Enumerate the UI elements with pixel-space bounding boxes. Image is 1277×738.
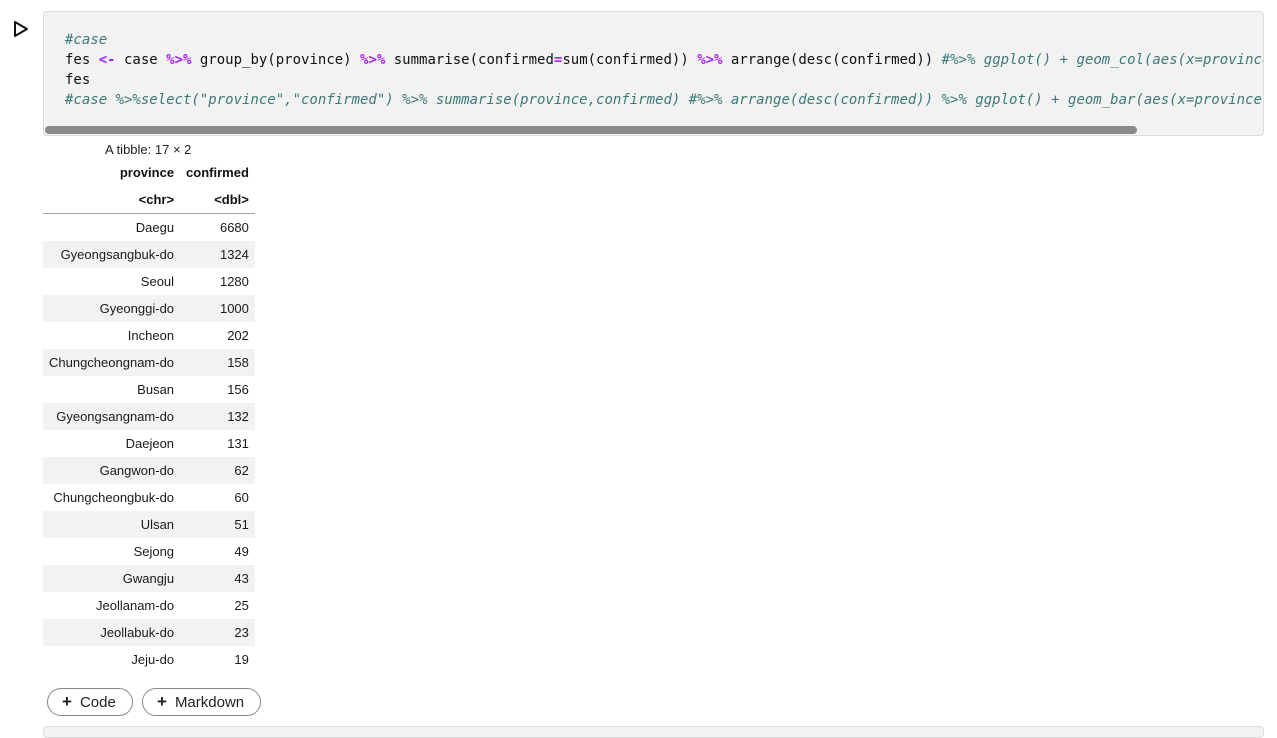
column-header-confirmed: confirmed xyxy=(186,165,249,180)
cell-confirmed: 1000 xyxy=(219,301,249,316)
code-line: fes <- case %>% group_by(province) %>% s… xyxy=(65,50,1264,70)
cell-confirmed: 156 xyxy=(227,382,249,397)
play-icon xyxy=(14,21,28,37)
add-markdown-label: Markdown xyxy=(174,693,245,711)
horizontal-scrollbar[interactable] xyxy=(45,126,1137,134)
code-token: %>% xyxy=(697,52,723,68)
cell-province: Chungcheongnam-do xyxy=(49,355,175,370)
cell-province: Jeollanam-do xyxy=(96,598,175,613)
cell-confirmed: 19 xyxy=(234,652,249,667)
code-token: fes xyxy=(65,52,99,68)
cell-province: Gangwon-do xyxy=(99,463,175,478)
add-code-label: Code xyxy=(79,693,116,711)
cell-province: Jeju-do xyxy=(131,652,175,667)
table-body: Daegu 6680 Gyeongsangbuk-do 1324 Seoul 1280 Gy… xyxy=(43,214,255,674)
cell-confirmed: 6680 xyxy=(219,220,249,235)
table-row: Chungcheongnam-do 158 xyxy=(43,349,255,376)
cell-confirmed: 1280 xyxy=(219,274,249,289)
code-token: summarise(confirmed xyxy=(385,52,554,68)
code-token: arrange(desc(confirmed)) xyxy=(722,52,942,68)
table-row: Daejeon 131 xyxy=(43,430,255,457)
table-row: Chungcheongbuk-do 60 xyxy=(43,484,255,511)
cell-province: Daejeon xyxy=(125,436,175,451)
code-token: case xyxy=(115,52,167,68)
cell-province: Jeollabuk-do xyxy=(100,625,175,640)
cell-confirmed: 43 xyxy=(234,571,249,586)
plus-icon: + xyxy=(157,692,167,711)
cell-province: Chungcheongbuk-do xyxy=(53,490,175,505)
cell-province: Busan xyxy=(137,382,175,397)
code-token: sum(confirmed)) xyxy=(562,52,698,68)
code-token: %>% xyxy=(166,52,192,68)
table-row: Gangwon-do 62 xyxy=(43,457,255,484)
table-row: Gyeonggi-do 1000 xyxy=(43,295,255,322)
table-row: Ulsan 51 xyxy=(43,511,255,538)
table-row: Daegu 6680 xyxy=(43,214,255,242)
cell-province: Gwangju xyxy=(122,571,175,586)
table-row: Gwangju 43 xyxy=(43,565,255,592)
code-line: fes xyxy=(65,70,1263,90)
cell-confirmed: 158 xyxy=(227,355,249,370)
table-row: Gyeongsangnam-do 132 xyxy=(43,403,255,430)
table-row: Busan 156 xyxy=(43,376,255,403)
code-token: #case xyxy=(65,32,108,48)
table-row: Jeju-do 19 xyxy=(43,646,255,673)
code-token: %>% xyxy=(360,52,386,68)
table-row: Jeollabuk-do 23 xyxy=(43,619,255,646)
cell-confirmed: 202 xyxy=(227,328,249,343)
cell-confirmed: 23 xyxy=(234,625,249,640)
cell-province: Ulsan xyxy=(140,517,175,532)
table-row: Seoul 1280 xyxy=(43,268,255,295)
cell-confirmed: 49 xyxy=(234,544,249,559)
cell-confirmed: 25 xyxy=(234,598,249,613)
cell-confirmed: 131 xyxy=(227,436,249,451)
cell-province: Sejong xyxy=(133,544,175,559)
plus-icon: + xyxy=(62,692,72,711)
table-row: Sejong 49 xyxy=(43,538,255,565)
add-code-cell-button[interactable]: + Code xyxy=(47,688,133,716)
output-table: province confirmed <chr> <dbl> Daegu 6680… xyxy=(43,159,255,673)
cell-confirmed: 60 xyxy=(234,490,249,505)
cell-province: Gyeonggi-do xyxy=(99,301,175,316)
column-header-province: province xyxy=(119,165,175,180)
code-token: fes xyxy=(65,72,91,88)
tibble-caption: A tibble: 17 × 2 xyxy=(105,142,192,157)
table-row: Gyeongsangbuk-do 1324 xyxy=(43,241,255,268)
cell-province: Gyeongsangnam-do xyxy=(56,409,175,424)
add-markdown-cell-button[interactable]: + Markdown xyxy=(142,688,262,716)
code-cell[interactable]: #case fes <- case %>% group_by(province) … xyxy=(43,11,1264,136)
cell-confirmed: 62 xyxy=(234,463,249,478)
cell-province: Incheon xyxy=(127,328,175,343)
table-row: Incheon 202 xyxy=(43,322,255,349)
code-token: #%>% ggplot() + geom_col(aes(x=province xyxy=(941,52,1264,68)
cell-province: Seoul xyxy=(140,274,175,289)
cell-province: Daegu xyxy=(135,220,175,235)
cell-confirmed: 132 xyxy=(227,409,249,424)
column-type-province: <chr> xyxy=(43,186,181,214)
code-token: #case %>%select("province","confirmed") … xyxy=(65,92,1264,108)
cell-confirmed: 51 xyxy=(234,517,249,532)
code-line: #case xyxy=(65,30,1263,50)
code-editor[interactable]: #case fes <- case %>% group_by(province) … xyxy=(65,30,1264,110)
column-type-confirmed: <dbl> xyxy=(180,186,255,214)
code-line: #case %>%select("province","confirmed") … xyxy=(65,90,1264,110)
code-token: group_by(province) xyxy=(191,52,361,68)
run-cell-button[interactable] xyxy=(12,20,30,38)
next-code-cell[interactable] xyxy=(43,726,1264,738)
code-token: <- xyxy=(98,52,116,68)
cell-confirmed: 1324 xyxy=(219,247,249,262)
cell-province: Gyeongsangbuk-do xyxy=(60,247,175,262)
table-row: Jeollanam-do 25 xyxy=(43,592,255,619)
